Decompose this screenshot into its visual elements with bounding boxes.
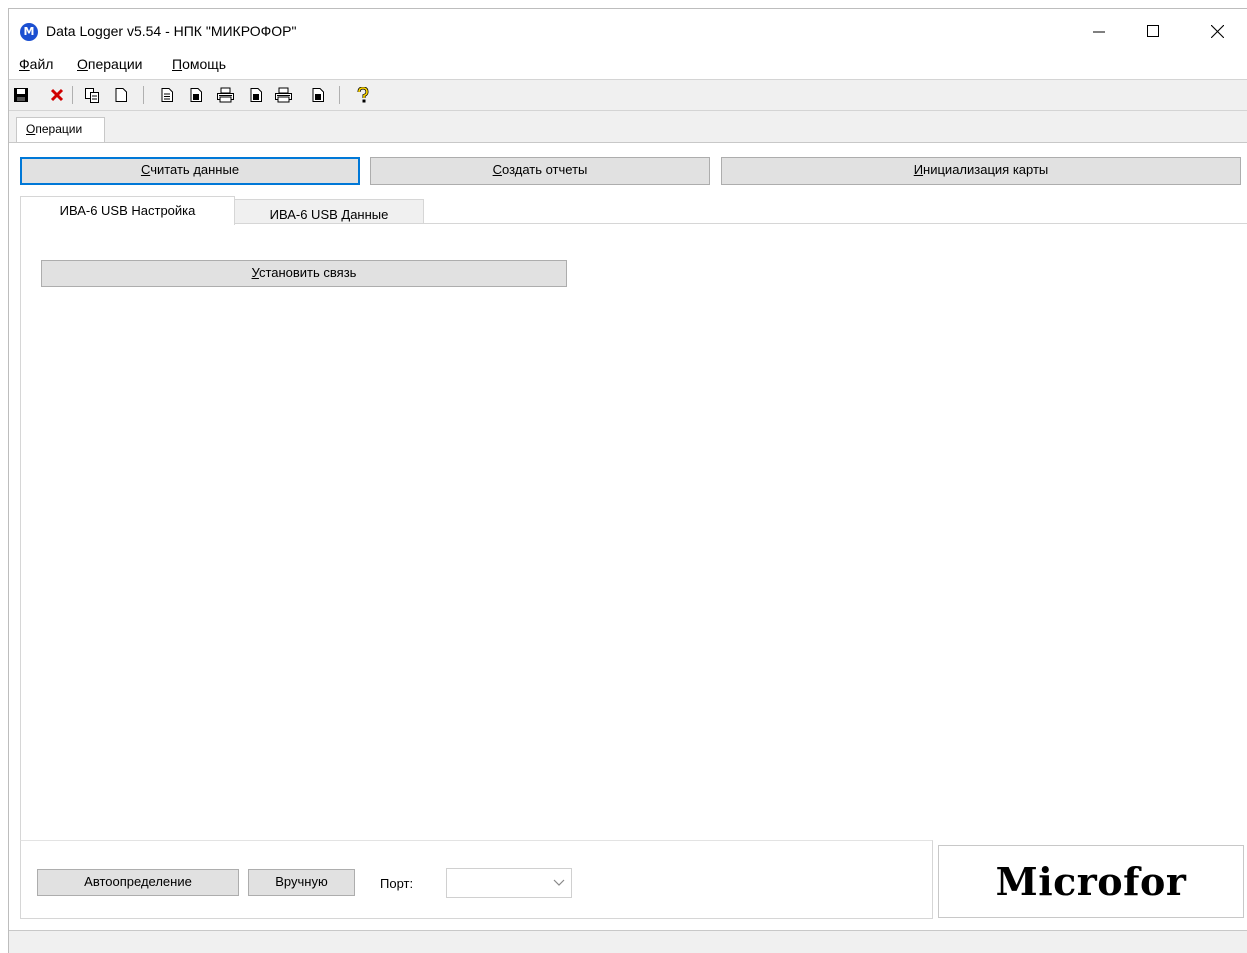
title-bar: M Data Logger v5.54 - НПК "МИКРОФОР"	[9, 9, 1247, 53]
app-logo-icon: M	[20, 23, 38, 41]
create-reports-accel: С	[492, 162, 502, 177]
menu-operations[interactable]: Операции	[77, 56, 143, 72]
maximize-button[interactable]	[1130, 9, 1176, 53]
print-icon[interactable]	[274, 87, 293, 103]
status-bar	[9, 930, 1247, 953]
port-select[interactable]	[446, 868, 572, 898]
window-title: Data Logger v5.54 - НПК "МИКРОФОР"	[46, 23, 297, 39]
read-data-label: читать данные	[150, 162, 240, 177]
toolbar	[9, 79, 1247, 111]
init-card-label: нициализация карты	[923, 162, 1049, 177]
brand-logo: Microfor	[938, 845, 1244, 918]
tab-operations[interactable]: Операции	[16, 117, 105, 143]
tab-iva6-data[interactable]: ИВА-6 USB Данные	[235, 199, 424, 226]
document-dark-icon[interactable]	[188, 87, 204, 103]
document-dark-icon[interactable]	[310, 87, 326, 103]
menu-file-accel: Ф	[19, 56, 30, 72]
document-icon[interactable]	[159, 87, 175, 103]
toolbar-separator	[339, 86, 340, 104]
port-label: Порт:	[380, 876, 414, 891]
menu-file[interactable]: Файл	[19, 56, 53, 72]
toolbar-separator	[72, 86, 73, 104]
connect-accel: У	[251, 265, 259, 280]
read-data-button[interactable]: Считать данные	[20, 157, 360, 185]
menu-operations-accel: О	[77, 56, 88, 72]
app-window: M Data Logger v5.54 - НПК "МИКРОФОР" Фай…	[8, 8, 1247, 953]
connect-button[interactable]: Установить связь	[41, 260, 567, 287]
close-icon	[1210, 24, 1224, 38]
init-card-button[interactable]: Инициализация карты	[721, 157, 1241, 185]
menu-help-label: омощь	[182, 56, 227, 72]
menu-help-accel: П	[172, 56, 183, 72]
init-card-accel: И	[913, 162, 924, 177]
close-button[interactable]	[1194, 9, 1240, 53]
document-dark-icon[interactable]	[248, 87, 264, 103]
create-reports-button[interactable]: Создать отчеты	[370, 157, 710, 185]
read-data-accel: С	[140, 162, 151, 177]
minimize-button[interactable]	[1076, 9, 1122, 53]
setup-tab-panel	[20, 223, 1247, 840]
maximize-icon	[1147, 25, 1159, 37]
save-icon[interactable]	[13, 87, 29, 103]
copy-icon[interactable]	[84, 87, 100, 103]
minimize-icon	[1093, 31, 1105, 33]
new-doc-icon[interactable]	[113, 87, 129, 103]
toolbar-separator	[143, 86, 144, 104]
tab-iva6-setup[interactable]: ИВА-6 USB Настройка	[20, 196, 235, 225]
menu-file-label: айл	[29, 56, 54, 72]
connect-label: становить связь	[258, 265, 357, 280]
delete-icon[interactable]	[49, 87, 65, 103]
brand-logo-text: Microfor	[995, 859, 1187, 904]
tab-operations-label: перации	[35, 122, 83, 136]
auto-detect-button[interactable]: Автоопределение	[37, 869, 239, 896]
menu-help[interactable]: Помощь	[172, 56, 226, 72]
print-icon[interactable]	[216, 87, 235, 103]
menu-operations-label: перации	[87, 56, 143, 72]
chevron-down-icon	[553, 879, 565, 886]
manual-button[interactable]: Вручную	[248, 869, 355, 896]
create-reports-label: оздать отчеты	[501, 162, 588, 177]
menu-bar: Файл Операции Помощь	[9, 54, 1247, 76]
help-icon[interactable]	[355, 87, 371, 103]
tab-operations-accel: О	[26, 122, 36, 136]
